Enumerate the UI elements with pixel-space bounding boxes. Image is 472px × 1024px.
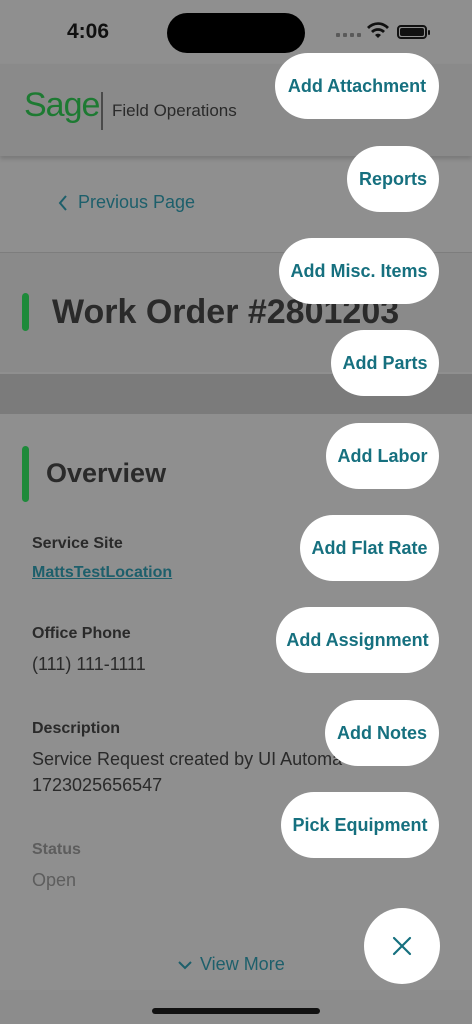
dynamic-island (167, 13, 305, 53)
status-value: Open (32, 870, 77, 890)
previous-page-label: Previous Page (78, 192, 196, 212)
status-time: 4:06 (67, 20, 110, 43)
add-notes-button[interactable]: Add Notes (325, 700, 439, 766)
signal-icon (336, 33, 361, 37)
view-more-button[interactable]: View More (178, 954, 285, 975)
add-assignment-button[interactable]: Add Assignment (276, 607, 439, 673)
view-more-label: View More (200, 954, 285, 974)
work-order-accent (22, 293, 29, 331)
overview-title: Overview (46, 458, 167, 488)
product-name: Field Operations (112, 101, 237, 120)
office-phone-value: (111) 111-1111 (32, 654, 146, 674)
add-misc-items-button[interactable]: Add Misc. Items (279, 238, 439, 304)
sage-logo: Sage (24, 86, 100, 124)
status-label: Status (32, 841, 81, 858)
close-menu-button[interactable] (364, 908, 440, 984)
description-line-1: Service Request created by UI Automa (32, 749, 343, 769)
overview-accent (22, 446, 29, 502)
description-label: Description (32, 720, 121, 737)
office-phone-label: Office Phone (32, 625, 131, 642)
description-line-2: 1723025656547 (32, 775, 163, 795)
add-flat-rate-button[interactable]: Add Flat Rate (300, 515, 439, 581)
reports-button[interactable]: Reports (347, 146, 439, 212)
bottom-bar (0, 990, 472, 1024)
chevron-left-icon (58, 194, 67, 211)
service-site-link[interactable]: MattsTestLocation (32, 564, 172, 582)
battery-icon (397, 25, 430, 39)
close-icon (392, 936, 412, 956)
add-parts-button[interactable]: Add Parts (331, 330, 439, 396)
service-site-label: Service Site (32, 535, 123, 552)
wifi-icon (367, 22, 389, 38)
logo-divider (101, 92, 103, 130)
add-attachment-button[interactable]: Add Attachment (275, 53, 439, 119)
previous-page-link[interactable]: Previous Page (58, 192, 195, 213)
pick-equipment-button[interactable]: Pick Equipment (281, 792, 439, 858)
home-indicator (152, 1008, 320, 1014)
add-labor-button[interactable]: Add Labor (326, 423, 439, 489)
chevron-down-icon (178, 960, 192, 969)
